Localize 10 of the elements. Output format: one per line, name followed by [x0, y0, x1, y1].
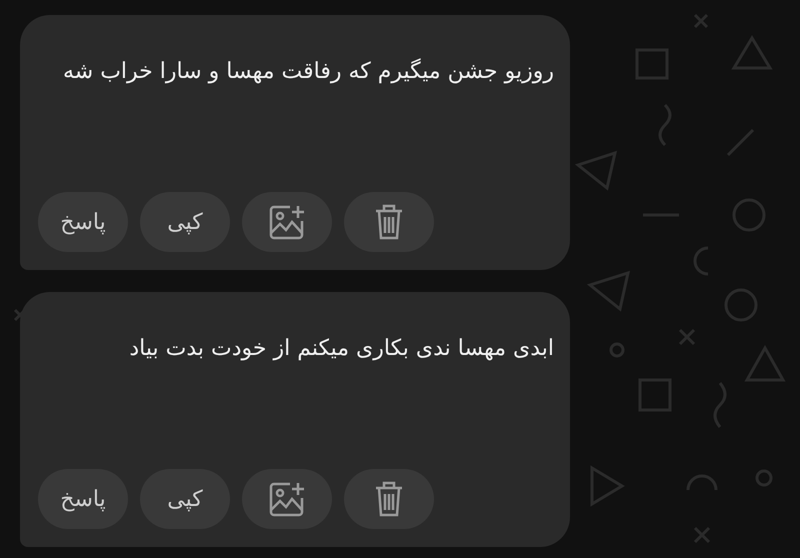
message-text: ابدی مهسا ندی بکاری میکنم از خودت بدت بیاد [128, 335, 554, 363]
image-add-icon [268, 480, 306, 518]
trash-icon [374, 480, 404, 518]
reply-button[interactable]: پاسخ [38, 192, 128, 252]
copy-button[interactable]: کپی [140, 469, 230, 529]
image-add-icon [268, 203, 306, 241]
message-text: روزیو جشن میگیرم که رفاقت مهسا و سارا خراب شه [62, 57, 554, 86]
trash-icon [374, 203, 404, 241]
reply-button[interactable]: پاسخ [38, 469, 128, 529]
copy-button[interactable]: کپی [140, 192, 230, 252]
